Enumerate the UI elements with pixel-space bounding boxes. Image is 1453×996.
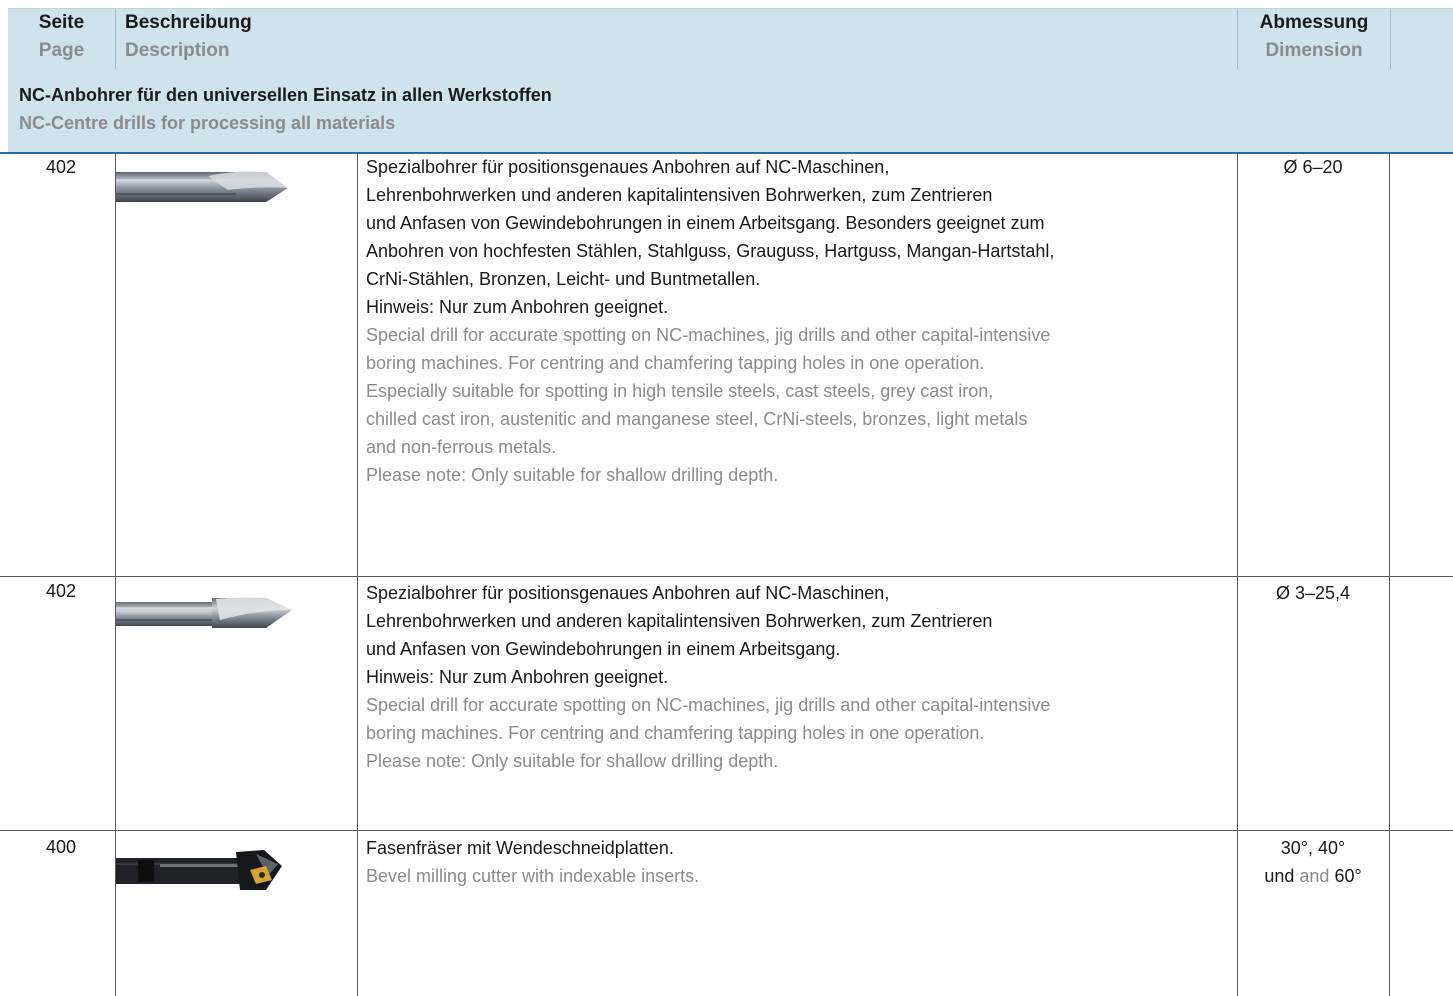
col-header-description: Beschreibung Description [125, 9, 1225, 69]
desc-en-line: boring machines. For centring and chamfe… [366, 723, 985, 743]
section-title-de: NC-Anbohrer für den universellen Einsatz… [19, 85, 552, 105]
row-divider [0, 830, 1453, 831]
dim-und: und [1264, 866, 1295, 886]
nc-spot-drill-icon [116, 162, 296, 217]
col-header-page-en: Page [38, 40, 85, 61]
column-divider [1389, 154, 1390, 996]
col-header-desc-de: Beschreibung [125, 12, 252, 33]
desc-en-line: Special drill for accurate spotting on N… [366, 695, 1051, 715]
row-page-number: 402 [45, 157, 77, 177]
section-heading: NC-Anbohrer für den universellen Einsatz… [8, 69, 1453, 152]
row-description: Spezialbohrer für positionsgenaues Anboh… [366, 579, 1236, 775]
row-page-number: 402 [45, 581, 77, 601]
bevel-milling-cutter-icon [116, 844, 296, 901]
col-header-dimension: Abmessung Dimension [1238, 9, 1390, 69]
row-dimension: Ø 3–25,4 [1275, 583, 1351, 603]
col-header-desc-en: Description [125, 40, 230, 61]
dimension-angles-line2: und and 60° [1237, 862, 1389, 890]
row-dimension: Ø 6–20 [1283, 157, 1343, 177]
desc-de-line: Fasenfräser mit Wendeschneidplatten. [366, 838, 674, 858]
desc-en-line: boring machines. For centring and chamfe… [366, 353, 985, 373]
desc-de-line: Hinweis: Nur zum Anbohren geeignet. [366, 667, 669, 687]
desc-de-line: Anbohren von hochfesten Stählen, Stahlgu… [366, 241, 1055, 261]
header-divider [115, 9, 116, 69]
section-title-en: NC-Centre drills for processing all mate… [19, 113, 396, 133]
table-header: Seite Page Beschreibung Description Abme… [8, 8, 1453, 69]
desc-de-line: Lehrenbohrwerken und anderen kapitalinte… [366, 185, 993, 205]
desc-de-line: und Anfasen von Gewindebohrungen in eine… [366, 639, 841, 659]
row-dimension: 30°, 40° und and 60° [1237, 834, 1389, 890]
row-description: Spezialbohrer für positionsgenaues Anboh… [366, 153, 1236, 489]
row-divider [0, 576, 1453, 577]
desc-en-line: chilled cast iron, austenitic and mangan… [366, 409, 1028, 429]
desc-de-line: Hinweis: Nur zum Anbohren geeignet. [366, 297, 669, 317]
desc-en-line: Especially suitable for spotting in high… [366, 381, 994, 401]
desc-en-line: Please note: Only suitable for shallow d… [366, 751, 779, 771]
col-header-page: Seite Page [8, 9, 115, 69]
row-description: Fasenfräser mit Wendeschneidplatten. Bev… [366, 834, 1236, 890]
desc-de-line: CrNi-Stählen, Bronzen, Leicht- und Buntm… [366, 269, 761, 289]
desc-de-line: Spezialbohrer für positionsgenaues Anboh… [366, 157, 890, 177]
desc-de-line: Lehrenbohrwerken und anderen kapitalinte… [366, 611, 993, 631]
desc-en-line: Special drill for accurate spotting on N… [366, 325, 1051, 345]
desc-en-line: Please note: Only suitable for shallow d… [366, 465, 779, 485]
desc-en-line: and non-ferrous metals. [366, 437, 557, 457]
col-header-dim-de: Abmessung [1259, 12, 1369, 33]
col-header-dim-en: Dimension [1265, 40, 1363, 61]
row-page-number: 400 [45, 837, 77, 857]
desc-en-line: Bevel milling cutter with indexable inse… [366, 866, 700, 886]
nc-spot-drill-icon [116, 590, 296, 639]
dim-60: 60° [1334, 866, 1362, 886]
col-header-page-de: Seite [38, 12, 85, 33]
header-divider [1390, 9, 1391, 69]
desc-de-line: und Anfasen von Gewindebohrungen in eine… [366, 213, 1045, 233]
column-divider [357, 154, 358, 996]
dim-and: and [1299, 866, 1330, 886]
desc-de-line: Spezialbohrer für positionsgenaues Anboh… [366, 583, 890, 603]
dimension-angles: 30°, 40° [1280, 838, 1346, 858]
